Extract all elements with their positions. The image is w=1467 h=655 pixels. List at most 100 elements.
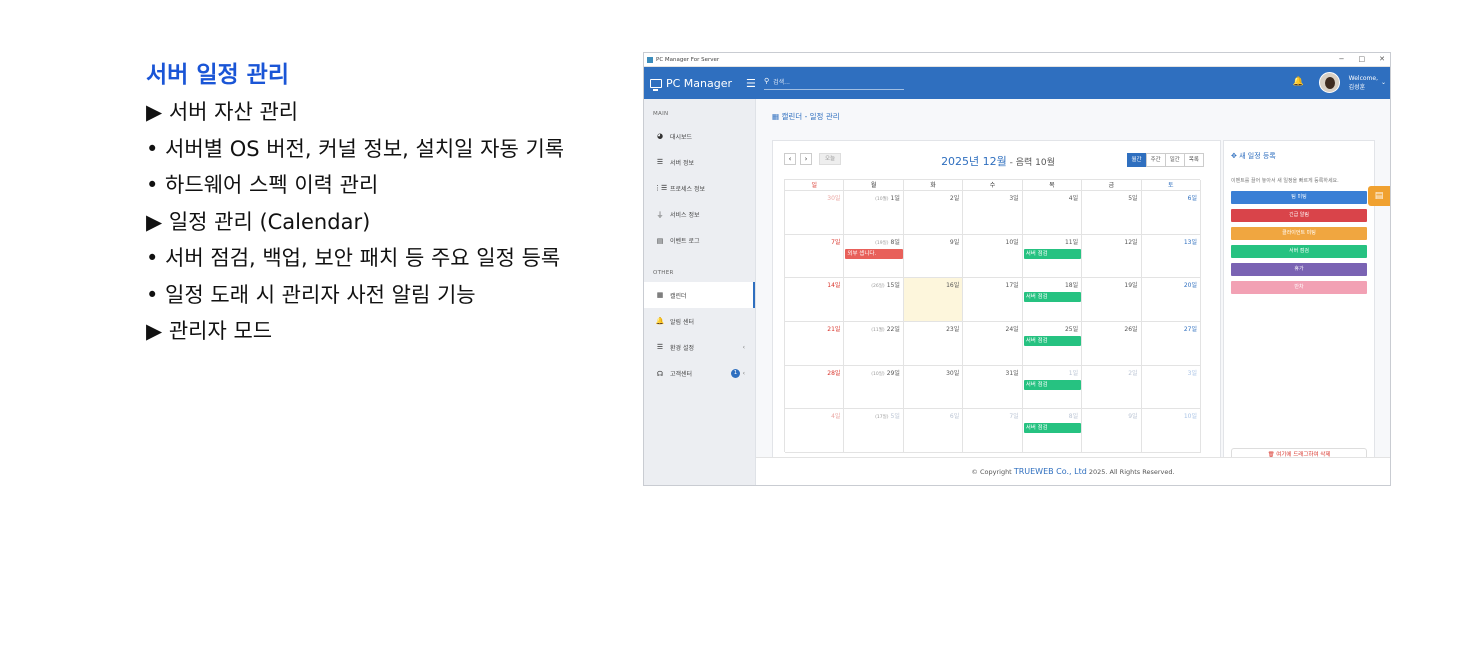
day-label: 7일 [1009, 413, 1019, 421]
day-cell[interactable]: 2일 [903, 191, 964, 235]
sidebar-item-label: 환경 설정 [670, 344, 694, 352]
minimize-button[interactable]: − [1339, 55, 1345, 63]
day-cell[interactable]: 9일 [1082, 409, 1142, 453]
sidebar-item-label: 캘린더 [670, 292, 687, 300]
day-label: 3일 [1187, 369, 1197, 377]
day-cell[interactable]: (10월) 1일 [844, 191, 904, 235]
event-type-button[interactable]: 서버 점검 [1231, 245, 1367, 258]
event-type-button[interactable]: 반차 [1231, 281, 1367, 294]
sidebar-item-server[interactable]: ☰ 서버 정보 [644, 149, 755, 175]
calendar-event[interactable]: 서버 점검 [1023, 336, 1082, 346]
day-cell[interactable]: 9일 [903, 234, 964, 279]
day-cell[interactable]: 24일 [963, 322, 1023, 366]
user-welcome[interactable]: Welcome, 김성훈 [1349, 74, 1378, 92]
sidebar-item-dashboard[interactable]: ◕ 대시보드 [644, 123, 755, 149]
day-cell[interactable]: 20일 [1141, 278, 1201, 322]
day-label: 3일 [1009, 195, 1019, 202]
view-button[interactable]: 목록 [1183, 153, 1204, 167]
day-cell[interactable]: 16일 [903, 278, 964, 322]
day-cell[interactable]: (10일) 29일 [844, 365, 904, 410]
calendar-event[interactable]: 서버 점검 [1023, 248, 1082, 259]
day-cell[interactable]: 6일 [903, 409, 964, 453]
sidebar-section-other: OTHER [653, 269, 674, 276]
monitor-icon [650, 78, 662, 91]
day-cell[interactable]: 10일 [963, 234, 1023, 279]
day-cell[interactable]: 4일 [785, 409, 845, 453]
chevron-down-icon[interactable]: ⌄ [1381, 79, 1386, 86]
calendar-event[interactable]: 서버 점검 [1023, 292, 1082, 303]
sidebar-item-calendar[interactable]: ▦ 캘린더 [644, 281, 755, 309]
calendar-event[interactable]: 외부 셉니다. [845, 248, 903, 259]
day-cell[interactable]: 27일 [1141, 322, 1201, 366]
menu-toggle-icon[interactable]: ☰ [746, 77, 756, 90]
day-number: 14일 [827, 280, 840, 289]
day-number: 31일 [1006, 368, 1019, 377]
calendar-event[interactable]: 서버 점검 [1023, 379, 1082, 390]
sidebar-item-bell[interactable]: 🔔 알림 센터 [644, 308, 755, 334]
day-cell[interactable]: 5일 [1082, 191, 1142, 235]
day-number: 13일 [1184, 237, 1197, 246]
avatar[interactable] [1319, 72, 1340, 93]
today-button[interactable]: 오늘 [819, 153, 841, 165]
close-button[interactable]: ✕ [1379, 55, 1385, 63]
day-label: 25일 [1064, 326, 1079, 333]
footer-company[interactable]: TRUEWEB Co., Ltd [1014, 467, 1087, 476]
notification-bell-icon[interactable]: 🔔 [1293, 77, 1304, 87]
day-cell[interactable]: 7일 [785, 234, 845, 279]
view-button[interactable]: 일간 [1164, 153, 1185, 167]
lunar-label: - 음력 10월 [1006, 158, 1055, 168]
sidebar-item-plug[interactable]: ⏚ 서비스 정보 [644, 202, 755, 228]
day-cell[interactable]: 13일 [1141, 234, 1201, 279]
day-cell[interactable]: 30일 [903, 365, 964, 410]
event-type-button[interactable]: 긴급 알림 [1231, 209, 1367, 222]
new-event-panel: ✥ 새 일정 등록 이벤트를 끌어 놓아서 새 일정을 빠르게 등록하세요. 팀… [1223, 140, 1375, 466]
feature-line: ▶ 서버 자산 관리 [146, 100, 299, 124]
event-type-button[interactable]: 클라이언트 미팅 [1231, 227, 1367, 240]
day-cell[interactable]: 30일 [785, 191, 845, 235]
day-cell[interactable]: 6일 [1141, 191, 1201, 235]
day-cell[interactable]: 12일 [1082, 234, 1142, 279]
sidebar-item-headset[interactable]: ☊ 고객센터 1 ‹ [644, 361, 755, 387]
calendar-event[interactable]: 서버 점검 [1023, 423, 1082, 434]
day-cell[interactable]: (17일) 5일 [844, 409, 904, 453]
day-number: 12일 [1124, 237, 1137, 246]
day-cell[interactable]: 23일 [903, 322, 964, 366]
day-label: 15일 [886, 282, 900, 290]
view-button[interactable]: 월간 [1126, 153, 1147, 167]
sidebar-item-label: 서버 정보 [670, 159, 694, 167]
day-cell[interactable]: 19일 [1082, 278, 1142, 322]
search-bar[interactable]: ⚲ 검색... [764, 77, 904, 90]
view-switcher: 월간 주간 일간 목록 [1126, 153, 1204, 167]
day-cell[interactable]: 26일 [1082, 322, 1142, 366]
day-cell[interactable]: 4일 [1022, 191, 1083, 235]
day-cell[interactable]: 17일 [963, 278, 1023, 322]
event-type-button[interactable]: 팀 미팅 [1231, 191, 1367, 204]
brand[interactable]: PC Manager ☰ [644, 77, 756, 91]
top-header: PC Manager ☰ ⚲ 검색... 🔔 Welcome, 김성훈 ⌄ [644, 67, 1390, 99]
calendar-fab-icon[interactable]: ▤ [1368, 186, 1390, 206]
day-cell[interactable]: 14일 [785, 278, 845, 322]
day-cell[interactable]: 10일 [1141, 409, 1201, 453]
feature-description: 서버 일정 관리 ▶ 서버 자산 관리 • 서버별 OS 버전, 커널 정보, 설… [146, 60, 641, 350]
day-cell[interactable]: 21일 [785, 322, 845, 366]
day-cell[interactable]: 3일 [1141, 365, 1201, 410]
day-label: 21일 [827, 326, 841, 333]
maximize-button[interactable]: □ [1359, 55, 1366, 63]
day-cell[interactable]: 2일 [1082, 365, 1142, 410]
day-cell[interactable]: 31일 [963, 365, 1023, 410]
view-button[interactable]: 주간 [1145, 153, 1166, 167]
day-cell[interactable]: 28일 [785, 365, 845, 410]
day-cell[interactable]: 7일 [963, 409, 1023, 453]
search-input[interactable]: 검색... [773, 77, 790, 86]
event-type-button[interactable]: 휴가 [1231, 263, 1367, 276]
day-label: 8일 [1068, 413, 1079, 421]
prev-month-button[interactable]: ‹ [784, 153, 796, 165]
day-cell[interactable]: (11월) 22일 [844, 322, 904, 366]
sidebar-item-log[interactable]: ▤ 이벤트 로그 [644, 228, 755, 254]
sidebar-item-settings[interactable]: ☰ 환경 설정 ‹ [644, 334, 755, 360]
feature-title: 서버 일정 관리 [146, 62, 289, 88]
day-cell[interactable]: (26일) 15일 [844, 278, 904, 322]
next-month-button[interactable]: › [800, 153, 812, 165]
day-cell[interactable]: 3일 [963, 191, 1023, 235]
sidebar-item-list[interactable]: ⋮☰ 프로세스 정보 [644, 175, 755, 201]
